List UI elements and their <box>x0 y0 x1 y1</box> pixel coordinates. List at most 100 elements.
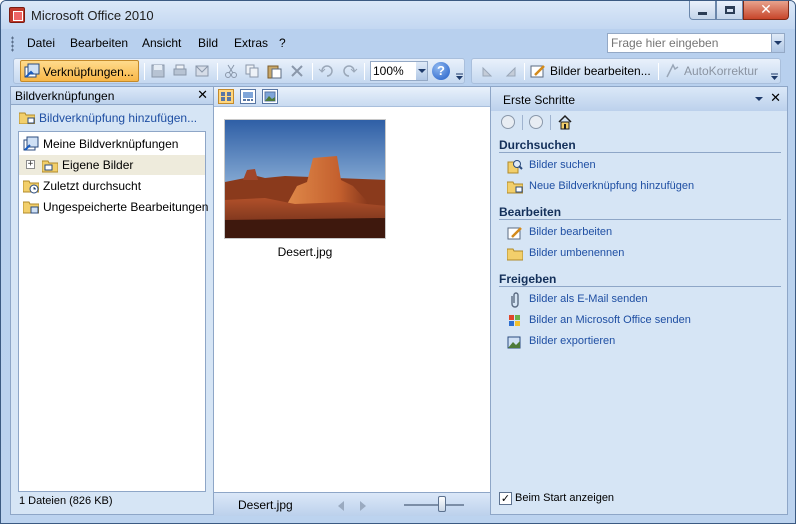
undo-icon[interactable] <box>318 63 334 79</box>
paperclip-icon <box>511 292 519 308</box>
menu-ansicht[interactable]: Ansicht <box>142 36 181 50</box>
redo-icon[interactable] <box>342 63 358 79</box>
search-pictures-icon <box>507 160 523 174</box>
tree-item-eigene-bilder[interactable]: + Eigene Bilder <box>19 155 205 175</box>
task-pane-navigation <box>499 113 599 133</box>
menu-bild[interactable]: Bild <box>198 36 218 50</box>
menu-datei[interactable]: Datei <box>27 36 55 50</box>
section-title-share: Freigeben <box>499 272 557 286</box>
rotate-right-icon[interactable] <box>502 63 518 79</box>
shortcuts-button[interactable]: Verknüpfungen... <box>20 60 139 82</box>
forward-icon[interactable] <box>529 115 543 129</box>
close-task-pane-icon[interactable]: ✕ <box>770 91 781 106</box>
next-arrow-icon[interactable] <box>360 501 366 511</box>
toolbar-separator <box>144 63 145 80</box>
edit-pictures-icon <box>530 65 545 78</box>
tree-item-label: Eigene Bilder <box>62 158 134 172</box>
task-pane-header: Erste Schritte ✕ <box>491 87 787 111</box>
menu-bar: Datei Bearbeiten Ansicht Bild Extras ? <box>11 32 787 56</box>
section-title-edit: Bearbeiten <box>499 205 562 219</box>
save-icon[interactable] <box>150 63 166 79</box>
cut-icon[interactable] <box>223 63 239 79</box>
single-picture-view-button[interactable] <box>262 89 278 104</box>
menu-extras[interactable]: Extras <box>234 36 268 50</box>
zoom-slider-handle[interactable] <box>438 496 446 512</box>
delete-icon[interactable] <box>289 63 305 79</box>
folder-add-icon <box>507 181 523 194</box>
tree-item-unsaved[interactable]: Ungespeicherte Bearbeitungen <box>19 197 208 217</box>
chevron-down-icon <box>417 69 426 73</box>
pane-header: Bildverknüpfungen ✕ <box>11 87 213 105</box>
toolbar-options-icon[interactable] <box>770 73 779 81</box>
section-title-browse: Durchsuchen <box>499 138 576 152</box>
zoom-input[interactable] <box>371 62 415 80</box>
previous-arrow-icon[interactable] <box>338 501 344 511</box>
application-window: Microsoft Office 2010 ✕ Datei Bearbeiten… <box>0 0 796 524</box>
help-search-box <box>607 33 785 53</box>
maximize-button[interactable] <box>716 1 743 20</box>
toolbar-separator <box>217 63 218 80</box>
zoom-dropdown[interactable] <box>416 62 427 80</box>
section-divider <box>499 286 781 287</box>
expand-icon[interactable]: + <box>26 160 35 169</box>
recent-folder-icon <box>23 180 39 194</box>
filmstrip-view-button[interactable] <box>240 89 256 104</box>
zoom-slider-track[interactable] <box>404 504 464 506</box>
close-button[interactable]: ✕ <box>743 1 789 20</box>
help-search-input[interactable] <box>608 34 768 52</box>
standard-toolbar: Verknüpfungen... ? <box>13 58 465 84</box>
minimize-button[interactable] <box>689 1 716 20</box>
paste-icon[interactable] <box>266 63 282 79</box>
home-icon[interactable] <box>557 114 573 130</box>
show-at-startup-checkbox[interactable]: ✓ <box>499 492 512 505</box>
shortcuts-label: Verknüpfungen... <box>43 65 134 79</box>
menu-help[interactable]: ? <box>279 36 286 50</box>
section-divider <box>499 219 781 220</box>
tree-item-recent[interactable]: Zuletzt durchsucht <box>19 176 205 196</box>
task-pane-menu-icon[interactable] <box>755 97 763 101</box>
toolbar-options-icon[interactable] <box>455 73 464 81</box>
toolbar-separator <box>658 63 659 80</box>
thumbnails-icon <box>221 92 231 101</box>
autocorrect-button[interactable]: AutoKorrektur <box>684 64 758 78</box>
picture-thumbnail[interactable] <box>224 119 386 239</box>
picture-shortcuts-pane: Bildverknüpfungen ✕ Bildverknüpfung hinz… <box>10 86 214 515</box>
filmstrip-icon <box>243 92 253 101</box>
back-icon[interactable] <box>501 115 515 129</box>
add-shortcut-label: Bildverknüpfung hinzufügen... <box>39 111 198 125</box>
autocorrect-icon <box>666 63 679 78</box>
export-icon <box>507 336 521 349</box>
menu-bearbeiten[interactable]: Bearbeiten <box>70 36 128 50</box>
help-icon[interactable]: ? <box>432 62 450 80</box>
file-count-status: 1 Dateien (826 KB) <box>19 495 113 507</box>
copy-icon[interactable] <box>244 63 260 79</box>
folder-tree: Meine Bildverknüpfungen + Eigene Bilder … <box>18 131 208 492</box>
window-title: Microsoft Office 2010 <box>31 8 154 23</box>
nav-separator <box>550 115 551 130</box>
desert-image <box>225 120 385 238</box>
tree-item-my-shortcuts[interactable]: Meine Bildverknüpfungen <box>19 134 205 154</box>
edit-pictures-button[interactable]: Bilder bearbeiten... <box>550 64 651 78</box>
close-pane-icon[interactable]: ✕ <box>197 88 208 103</box>
tree-item-label: Meine Bildverknüpfungen <box>43 137 179 151</box>
task-pane: Erste Schritte ✕ Durchsuchen Bilder such… <box>490 86 788 515</box>
rotate-left-icon[interactable] <box>480 63 496 79</box>
app-icon[interactable] <box>9 7 25 23</box>
toolbar-separator <box>524 63 525 80</box>
show-at-startup-label: Beim Start anzeigen <box>515 492 615 504</box>
link-label: Bilder umbenennen <box>529 247 625 259</box>
email-icon[interactable] <box>194 63 210 79</box>
view-mode-bar <box>214 87 490 107</box>
close-icon: ✕ <box>760 2 772 18</box>
help-search-dropdown[interactable] <box>771 34 784 52</box>
link-label: Bilder bearbeiten <box>529 226 613 238</box>
menu-grip-icon[interactable] <box>11 36 14 52</box>
single-picture-icon <box>264 91 276 102</box>
link-label: Neue Bildverknüpfung hinzufügen <box>529 180 695 192</box>
viewer-status-bar: Desert.jpg <box>214 492 490 516</box>
folder-add-icon <box>19 112 35 124</box>
print-icon[interactable] <box>172 63 188 79</box>
link-label: Bilder exportieren <box>529 335 616 347</box>
window-controls: ✕ <box>689 1 789 20</box>
thumbnail-view-button[interactable] <box>218 89 234 104</box>
